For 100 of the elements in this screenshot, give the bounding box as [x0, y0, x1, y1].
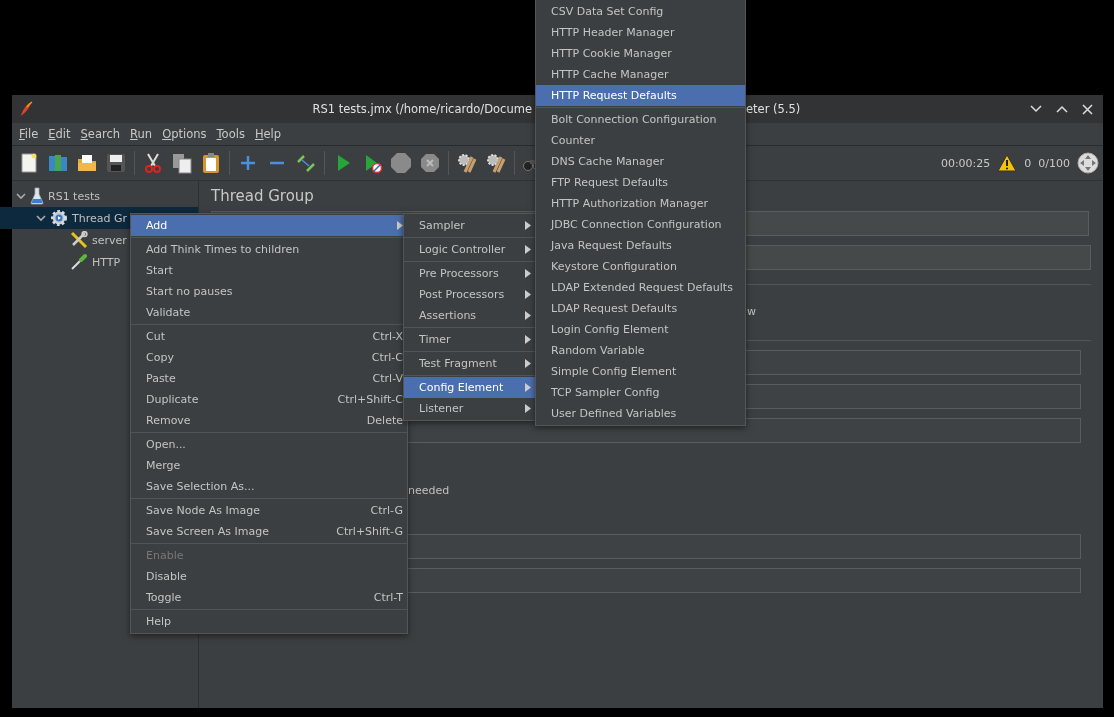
menu-item[interactable]: Merge: [131, 455, 407, 476]
shortcut-label: Ctrl-T: [373, 591, 403, 604]
menu-bar-item[interactable]: Help: [249, 127, 287, 141]
menu-item[interactable]: Start: [131, 260, 407, 281]
menu-item[interactable]: Save Screen As Image Ctrl+Shift-G: [131, 521, 407, 542]
copy-icon[interactable]: [171, 152, 193, 174]
menu-item[interactable]: Assertions: [404, 305, 535, 326]
gear-icon: [50, 209, 68, 227]
panel-title: Thread Group: [211, 187, 314, 207]
window-title: eter (5.5): [746, 102, 801, 116]
tree-item-label: HTTP: [92, 255, 121, 269]
menu-item[interactable]: Paste Ctrl-V: [131, 368, 407, 389]
menu-item[interactable]: Simple Config Element: [536, 361, 745, 382]
menu-item[interactable]: Disable: [131, 566, 407, 587]
broom-gear-icon[interactable]: [456, 152, 478, 174]
submenu-arrow-icon: [525, 269, 531, 278]
submenu-arrow-icon: [525, 335, 531, 344]
tree-item-label: Thread Gr: [72, 211, 127, 225]
menu-item[interactable]: LDAP Request Defaults: [536, 298, 745, 319]
shortcut-label: Ctrl+Shift-C: [337, 393, 403, 406]
stop-icon[interactable]: [390, 152, 412, 174]
menu-item[interactable]: HTTP Request Defaults: [536, 85, 745, 106]
menu-bar-item[interactable]: Search: [75, 127, 126, 141]
submenu-arrow-icon: [525, 221, 531, 230]
minimize-icon[interactable]: [1030, 105, 1042, 113]
save-icon[interactable]: [105, 152, 127, 174]
warning-count: 0: [1024, 156, 1032, 170]
menu-item[interactable]: Add Think Times to children: [131, 239, 407, 260]
wrench-screwdriver-icon: [70, 231, 88, 249]
submenu-arrow-icon: [525, 311, 531, 320]
menu-item[interactable]: LDAP Extended Request Defaults: [536, 277, 745, 298]
menu-item[interactable]: Help: [131, 611, 407, 632]
menu-item[interactable]: Pre Processors: [404, 263, 535, 284]
menu-item[interactable]: DNS Cache Manager: [536, 151, 745, 172]
maximize-icon[interactable]: [1056, 105, 1068, 113]
shutdown-icon[interactable]: [419, 152, 441, 174]
tree-item-label: RS1 tests: [48, 189, 100, 203]
menu-item[interactable]: FTP Request Defaults: [536, 172, 745, 193]
menu-item[interactable]: Remove Delete: [131, 410, 407, 431]
menu-item[interactable]: Start no pauses: [131, 281, 407, 302]
menu-item[interactable]: Test Fragment: [404, 353, 535, 374]
menu-item[interactable]: TCP Sampler Config: [536, 382, 745, 403]
menu-item[interactable]: CSV Data Set Config: [536, 1, 745, 22]
books-icon[interactable]: [47, 152, 69, 174]
close-icon[interactable]: [1082, 103, 1093, 115]
menu-item[interactable]: Save Selection As...: [131, 476, 407, 497]
chevron-down-icon[interactable]: [16, 191, 26, 201]
window-title: RS1 tests.jmx (/home/ricardo/Docume: [312, 102, 532, 116]
menu-item[interactable]: Listener: [404, 398, 535, 419]
menu-item[interactable]: Cut Ctrl-X: [131, 326, 407, 347]
menu-bar-item[interactable]: Options: [157, 127, 212, 141]
warning-icon[interactable]: [997, 154, 1018, 172]
menu-bar-item[interactable]: Tools: [211, 127, 250, 141]
menu-item[interactable]: Login Config Element: [536, 319, 745, 340]
menu-item[interactable]: Random Variable: [536, 340, 745, 361]
menu-item[interactable]: Post Processors: [404, 284, 535, 305]
menu-item[interactable]: Save Node As Image Ctrl-G: [131, 500, 407, 521]
menu-item[interactable]: Bolt Connection Configuration: [536, 109, 745, 130]
shortcut-label: Delete: [366, 414, 403, 427]
tree-item[interactable]: RS1 tests: [12, 185, 198, 207]
menu-item[interactable]: Duplicate Ctrl+Shift-C: [131, 389, 407, 410]
menu-item[interactable]: HTTP Cache Manager: [536, 64, 745, 85]
new-document-icon[interactable]: [18, 152, 40, 174]
menu-item[interactable]: HTTP Authorization Manager: [536, 193, 745, 214]
menu-item[interactable]: Counter: [536, 130, 745, 151]
shortcut-label: Ctrl-V: [372, 372, 403, 385]
submenu-arrow-icon: [525, 245, 531, 254]
menu-bar-item[interactable]: Run: [125, 127, 158, 141]
menu-item[interactable]: HTTP Cookie Manager: [536, 43, 745, 64]
menu-bar-item[interactable]: Edit: [43, 127, 76, 141]
shortcut-label: Ctrl-G: [370, 504, 403, 517]
menu-item[interactable]: Sampler: [404, 215, 535, 236]
menu-item[interactable]: Logic Controller: [404, 239, 535, 260]
menu-item[interactable]: User Defined Variables: [536, 403, 745, 424]
menu-item[interactable]: Validate: [131, 302, 407, 323]
label-text: w: [747, 305, 756, 318]
wand-icon[interactable]: [295, 152, 317, 174]
shortcut-label: Ctrl-X: [372, 330, 403, 343]
submenu-arrow-icon: [525, 404, 531, 413]
status-icon: [1077, 152, 1099, 174]
menu-item[interactable]: Copy Ctrl-C: [131, 347, 407, 368]
cut-icon[interactable]: [142, 152, 164, 174]
submenu-arrow-icon: [525, 359, 531, 368]
broom-gear-icon[interactable]: [485, 152, 507, 174]
menu-item[interactable]: Timer: [404, 329, 535, 350]
menu-item[interactable]: Java Request Defaults: [536, 235, 745, 256]
shortcut-label: Ctrl-C: [371, 351, 403, 364]
menu-item[interactable]: Keystore Configuration: [536, 256, 745, 277]
menu-item[interactable]: JDBC Connection Configuration: [536, 214, 745, 235]
open-folder-icon[interactable]: [76, 152, 98, 174]
shortcut-label: Ctrl+Shift-G: [336, 525, 403, 538]
menu-item[interactable]: Open...: [131, 434, 407, 455]
chevron-down-icon[interactable]: [36, 213, 46, 223]
submenu-arrow-icon: [525, 290, 531, 299]
submenu-arrow-icon: [525, 383, 531, 392]
paste-icon[interactable]: [200, 152, 222, 174]
menu-item[interactable]: Toggle Ctrl-T: [131, 587, 407, 608]
menu-item[interactable]: HTTP Header Manager: [536, 22, 745, 43]
menu-bar-item[interactable]: File: [14, 127, 44, 141]
menu-item[interactable]: Config Element: [404, 377, 535, 398]
